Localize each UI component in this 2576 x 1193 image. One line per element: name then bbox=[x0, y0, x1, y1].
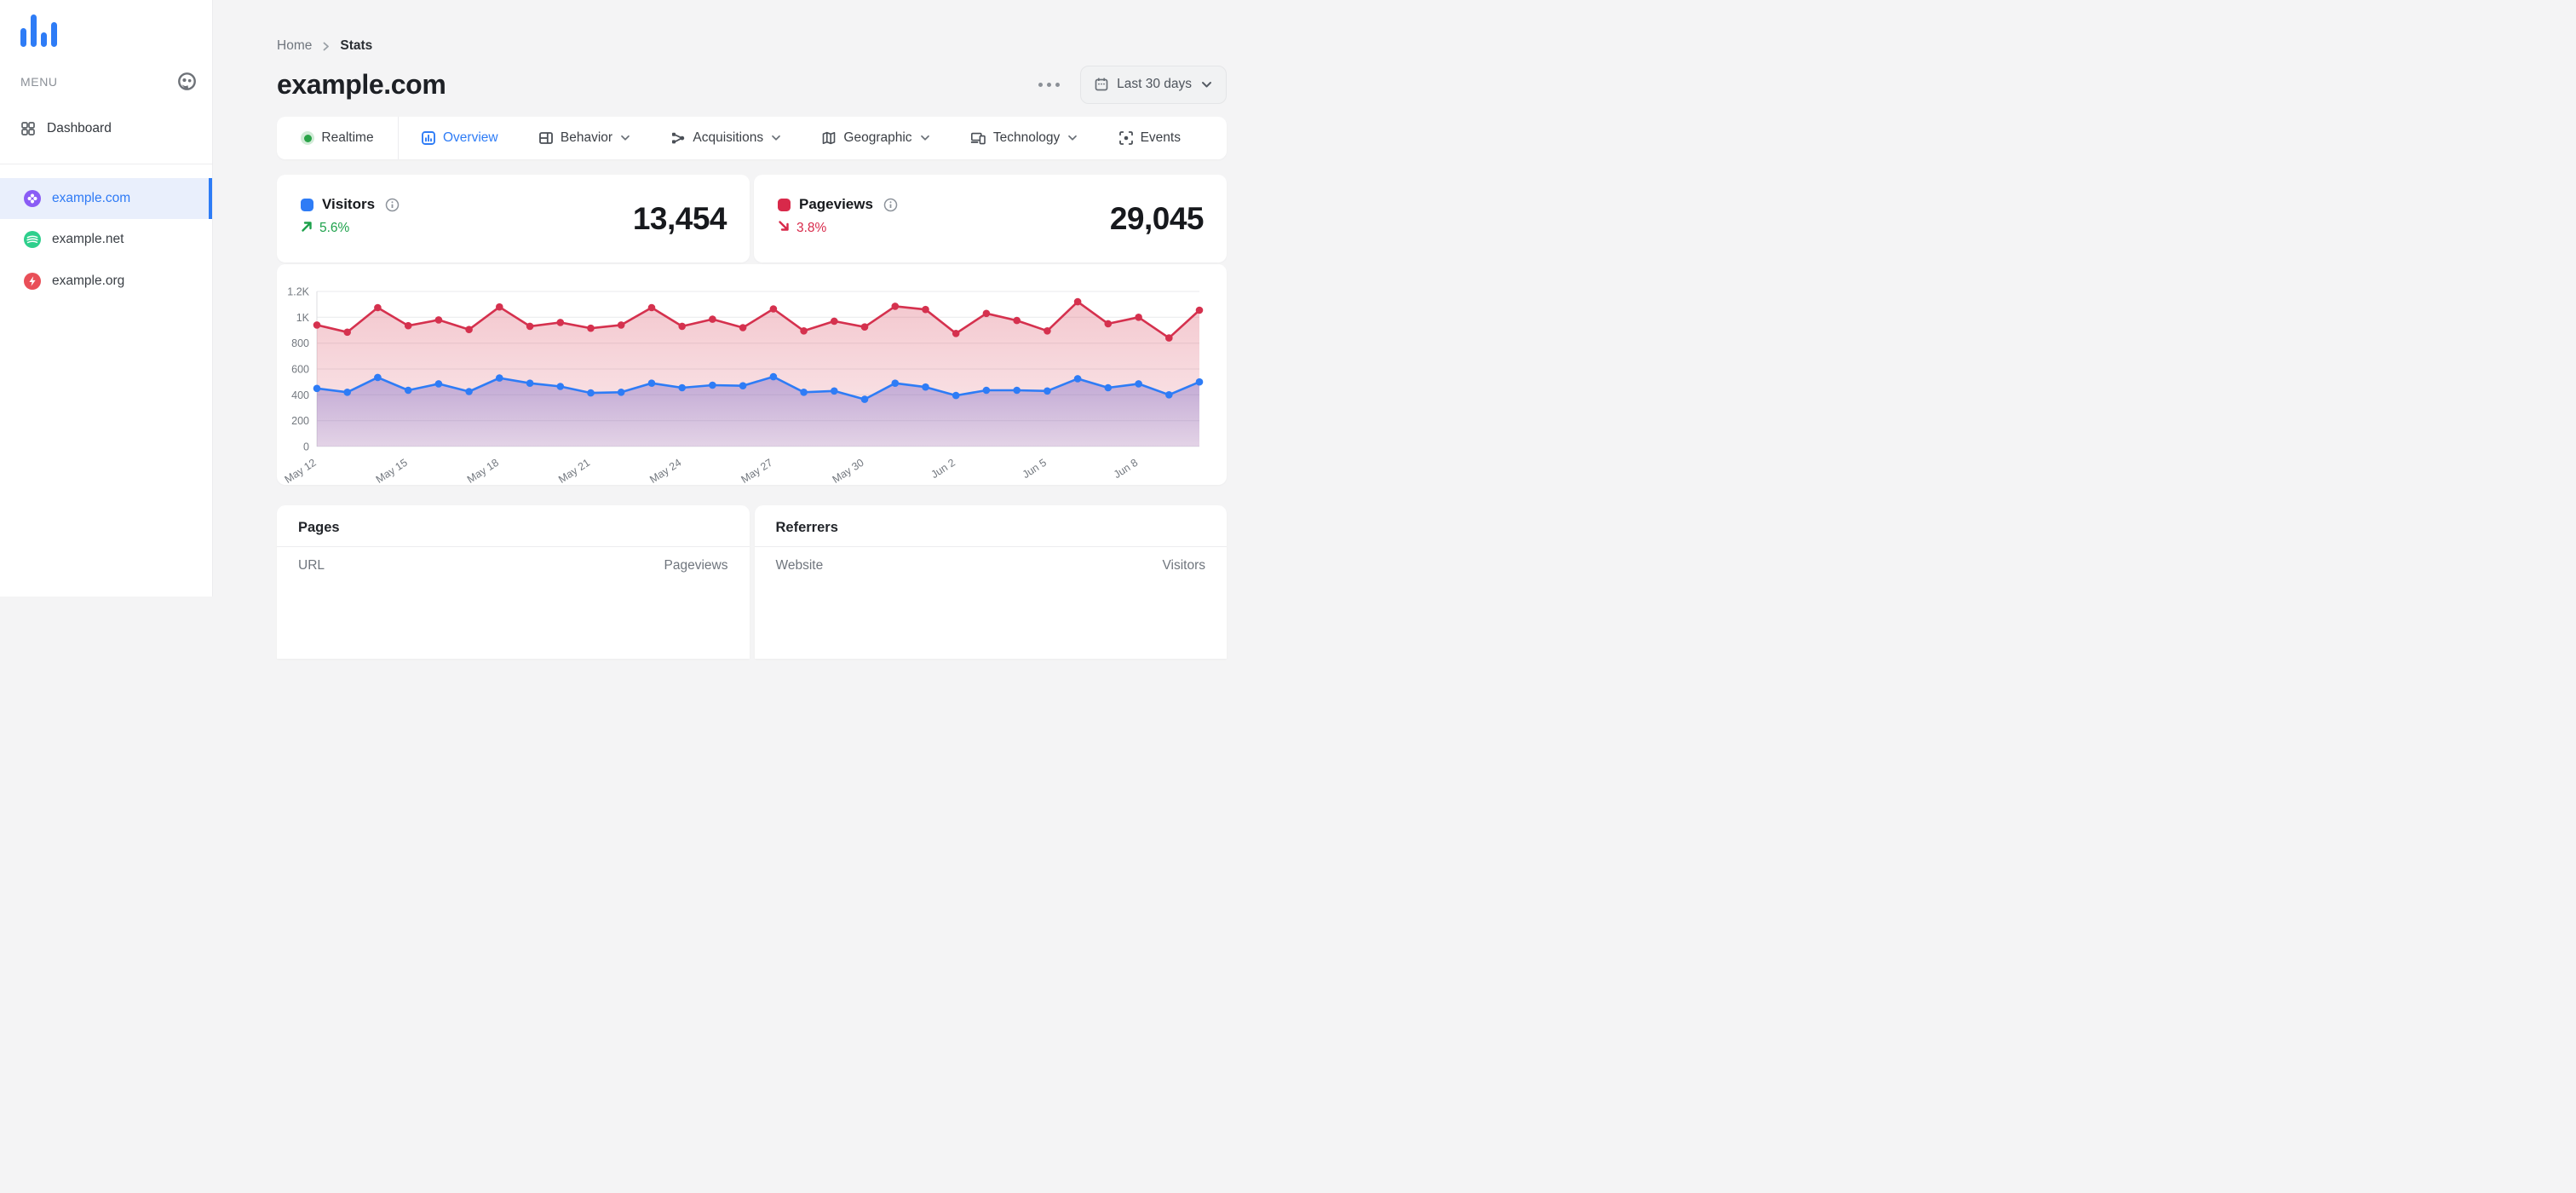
breadcrumb-current: Stats bbox=[340, 38, 373, 53]
chevron-down-icon bbox=[1067, 135, 1078, 141]
svg-text:May 18: May 18 bbox=[465, 457, 501, 485]
chevron-down-icon bbox=[620, 135, 630, 141]
pageviews-value: 29,045 bbox=[1109, 200, 1205, 236]
tab-technology[interactable]: Technology bbox=[970, 130, 1078, 146]
tab-events[interactable]: Events bbox=[1118, 130, 1181, 146]
stat-label: Visitors bbox=[322, 196, 376, 212]
site-label: example.org bbox=[52, 274, 125, 288]
trend-down-icon bbox=[778, 220, 791, 237]
visitors-value: 13,454 bbox=[632, 200, 727, 236]
sidebar-site-example-net[interactable]: example.net bbox=[0, 219, 212, 260]
avatar-icon[interactable] bbox=[177, 72, 197, 91]
visitors-stat-card: Visitors 5.6% 13,454 bbox=[277, 175, 750, 262]
bolt-icon bbox=[24, 273, 41, 290]
section-tabbar: Realtime Overview Behavior Acquisitions … bbox=[277, 117, 1227, 159]
svg-text:0: 0 bbox=[303, 441, 309, 453]
chevron-right-icon bbox=[320, 41, 331, 52]
map-icon bbox=[821, 130, 837, 146]
svg-text:800: 800 bbox=[291, 337, 309, 349]
svg-text:200: 200 bbox=[291, 415, 309, 427]
menu-label: MENU bbox=[20, 74, 58, 89]
breadcrumb-home-link[interactable]: Home bbox=[277, 38, 312, 54]
bar-chart-icon bbox=[421, 130, 436, 146]
breadcrumb: Home Stats bbox=[277, 37, 1227, 55]
pages-table-card: Pages URL Pageviews bbox=[277, 505, 750, 659]
visitors-swatch bbox=[301, 198, 313, 211]
info-icon[interactable] bbox=[385, 198, 400, 212]
referrers-table-card: Referrers Website Visitors bbox=[754, 505, 1227, 659]
app-logo-icon[interactable] bbox=[20, 14, 58, 47]
svg-text:May 12: May 12 bbox=[283, 457, 319, 485]
page-title: example.com bbox=[277, 68, 446, 100]
sidebar-site-example-org[interactable]: example.org bbox=[0, 261, 212, 302]
svg-text:May 27: May 27 bbox=[739, 457, 775, 485]
traffic-chart-card: 0 200 400 600 800 1K 1.2K May 12 May 15 May 18 May… bbox=[277, 264, 1227, 485]
stat-label: Pageviews bbox=[799, 196, 873, 212]
tab-realtime[interactable]: Realtime bbox=[301, 130, 374, 146]
trend-up-icon bbox=[301, 220, 313, 237]
site-label: example.com bbox=[52, 191, 131, 205]
svg-text:400: 400 bbox=[291, 389, 309, 401]
svg-text:Jun 2: Jun 2 bbox=[929, 457, 957, 481]
devices-icon bbox=[970, 130, 986, 146]
svg-text:May 21: May 21 bbox=[556, 457, 592, 485]
chevron-down-icon bbox=[920, 135, 930, 141]
main-content: Home Stats example.com Last 30 days Real… bbox=[213, 37, 1288, 659]
column-header-visitors: Visitors bbox=[1162, 558, 1205, 573]
trend-value: 5.6% bbox=[319, 221, 350, 235]
header-actions: Last 30 days bbox=[1037, 65, 1227, 104]
chevron-down-icon bbox=[771, 135, 781, 141]
pageviews-swatch bbox=[778, 198, 791, 211]
tab-behavior[interactable]: Behavior bbox=[538, 130, 630, 146]
live-dot-icon bbox=[301, 131, 315, 145]
sidebar-item-dashboard[interactable]: Dashboard bbox=[0, 112, 212, 146]
trend-value: 3.8% bbox=[796, 221, 827, 235]
tab-acquisitions[interactable]: Acquisitions bbox=[670, 130, 781, 146]
tables-row: Pages URL Pageviews Referrers Website Vi… bbox=[277, 505, 1227, 659]
svg-text:1.2K: 1.2K bbox=[287, 286, 309, 298]
waves-icon bbox=[24, 231, 41, 248]
calendar-icon bbox=[1094, 77, 1109, 92]
date-range-label: Last 30 days bbox=[1117, 77, 1192, 91]
info-icon[interactable] bbox=[883, 198, 898, 212]
tab-geographic[interactable]: Geographic bbox=[821, 130, 929, 146]
column-header-pageviews: Pageviews bbox=[664, 558, 728, 573]
date-range-button[interactable]: Last 30 days bbox=[1080, 65, 1227, 104]
svg-text:May 24: May 24 bbox=[647, 457, 683, 485]
tab-overview[interactable]: Overview bbox=[421, 130, 498, 146]
page-header: example.com Last 30 days bbox=[277, 65, 1227, 104]
stats-row: Visitors 5.6% 13,454 Pageviews 3.8% 29,0… bbox=[277, 175, 1227, 262]
window-panel-icon bbox=[538, 130, 554, 146]
traffic-line-chart: 0 200 400 600 800 1K 1.2K May 12 May 15 May 18 May… bbox=[283, 286, 1204, 485]
sidebar: MENU Dashboard example.com example.net e… bbox=[0, 0, 213, 596]
focus-target-icon bbox=[1118, 130, 1134, 146]
svg-text:600: 600 bbox=[291, 364, 309, 376]
share-branch-icon bbox=[670, 130, 686, 146]
sidebar-item-label: Dashboard bbox=[47, 121, 112, 135]
menu-header: MENU bbox=[20, 72, 197, 91]
clover-icon bbox=[24, 190, 41, 207]
table-title: Referrers bbox=[775, 520, 838, 535]
site-label: example.net bbox=[52, 232, 124, 246]
sidebar-site-example-com[interactable]: example.com bbox=[0, 178, 212, 219]
column-header-website: Website bbox=[775, 558, 824, 573]
more-options-icon[interactable] bbox=[1037, 78, 1061, 92]
svg-text:Jun 8: Jun 8 bbox=[1112, 457, 1140, 481]
column-header-url: URL bbox=[298, 558, 325, 573]
svg-text:Jun 5: Jun 5 bbox=[1021, 457, 1049, 481]
table-title: Pages bbox=[298, 520, 340, 535]
chevron-down-icon bbox=[1201, 81, 1212, 89]
pageviews-stat-card: Pageviews 3.8% 29,045 bbox=[754, 175, 1227, 262]
svg-text:1K: 1K bbox=[296, 312, 310, 324]
grid-icon bbox=[20, 121, 36, 136]
svg-text:May 30: May 30 bbox=[831, 457, 866, 485]
svg-text:May 15: May 15 bbox=[374, 457, 410, 485]
